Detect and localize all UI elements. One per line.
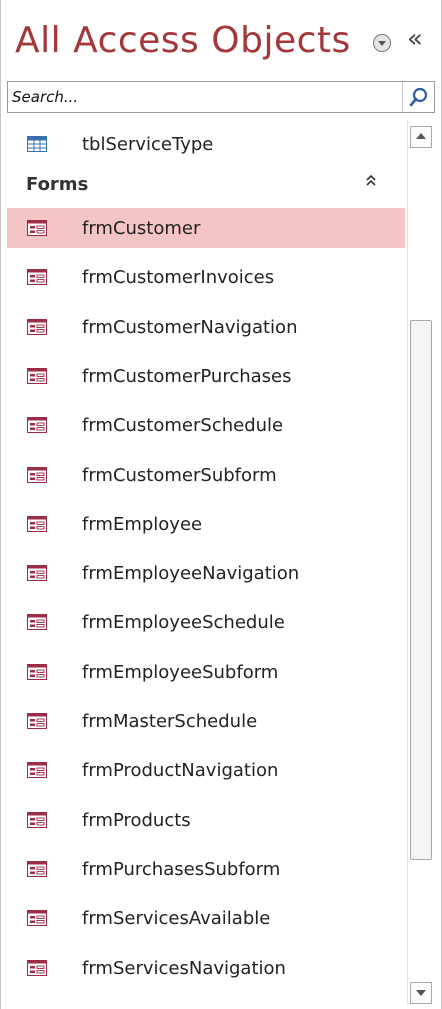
form-icon xyxy=(27,466,47,483)
nav-item-label: frmCustomerPurchases xyxy=(82,365,292,387)
form-icon xyxy=(27,860,47,877)
nav-item-label: frmProductNavigation xyxy=(82,760,279,782)
nav-item-label: frmCustomer xyxy=(82,218,201,239)
nav-item-form[interactable]: frmEmployeeNavigation xyxy=(7,553,405,593)
scroll-thumb[interactable] xyxy=(410,320,432,860)
nav-item-form[interactable]: frmPurchasesSubform xyxy=(7,849,405,889)
nav-item-form[interactable]: frmEmployeeSchedule xyxy=(7,602,405,642)
nav-item-label: tblServiceType xyxy=(82,134,214,155)
form-icon xyxy=(27,269,47,286)
double-chevron-up-icon xyxy=(366,174,376,186)
category-header-forms[interactable]: Forms xyxy=(7,170,405,202)
nav-item-label: frmServicesAvailable xyxy=(82,908,271,930)
nav-item-label: frmMasterSchedule xyxy=(82,711,258,732)
nav-item-form[interactable]: frmServicesNavigation xyxy=(7,948,405,988)
form-icon xyxy=(27,417,47,434)
form-icon xyxy=(27,663,47,680)
form-icon xyxy=(27,565,47,582)
nav-item-form[interactable]: frmCustomerPurchases xyxy=(7,356,405,396)
scroll-up-button[interactable] xyxy=(410,126,432,148)
form-icon xyxy=(27,515,47,532)
search-icon xyxy=(409,87,428,107)
table-icon xyxy=(27,136,47,152)
form-icon xyxy=(27,713,47,729)
nav-item-label: frmServicesNavigation xyxy=(82,957,286,979)
search-box xyxy=(7,81,435,113)
collapse-pane-button[interactable]: « xyxy=(407,26,423,52)
nav-item-form[interactable]: frmCustomer xyxy=(7,208,405,248)
nav-item-form[interactable]: frmEmployeeSubform xyxy=(7,652,405,692)
nav-item-label: frmEmployeeSubform xyxy=(82,661,279,683)
form-icon xyxy=(27,318,47,335)
pane-title[interactable]: All Access Objects xyxy=(15,20,351,61)
search-button[interactable] xyxy=(402,82,434,112)
nav-item-form[interactable]: frmProducts xyxy=(7,800,405,840)
object-list: tblServiceType Forms frmCustomer frmCust… xyxy=(1,120,405,1009)
nav-item-form[interactable]: frmCustomerInvoices xyxy=(7,257,405,297)
form-icon xyxy=(27,367,47,384)
nav-item-label: frmPurchasesSubform xyxy=(82,858,281,880)
category-label: Forms xyxy=(26,174,89,195)
nav-item-label: frmCustomerInvoices xyxy=(82,267,275,289)
form-icon xyxy=(27,220,47,236)
form-icon xyxy=(27,614,47,631)
vertical-scrollbar[interactable] xyxy=(407,120,435,1004)
collapse-group-icon[interactable] xyxy=(364,172,378,191)
nav-item-table[interactable]: tblServiceType xyxy=(7,124,405,164)
nav-item-label: frmCustomerSubform xyxy=(82,464,277,486)
nav-item-form[interactable]: frmProductNavigation xyxy=(7,750,405,790)
nav-item-form[interactable]: frmCustomerNavigation xyxy=(7,307,405,347)
nav-item-label: frmCustomerNavigation xyxy=(82,316,298,338)
pane-header: All Access Objects « xyxy=(1,8,441,70)
nav-item-label: frmCustomerSchedule xyxy=(82,415,284,437)
nav-item-form[interactable]: frmCustomerSubform xyxy=(7,455,405,495)
nav-item-label: frmEmployee xyxy=(82,513,203,535)
scroll-down-button[interactable] xyxy=(410,982,432,1004)
dropdown-circle-icon[interactable] xyxy=(373,34,391,52)
navigation-pane: All Access Objects « tblServiceType xyxy=(0,0,442,1009)
nav-item-label: frmEmployeeNavigation xyxy=(82,563,300,585)
search-input[interactable] xyxy=(10,84,402,110)
form-icon xyxy=(27,959,47,976)
nav-item-form[interactable]: frmServiceType xyxy=(7,997,405,1009)
nav-item-form[interactable]: frmEmployee xyxy=(7,504,405,544)
form-icon xyxy=(27,811,47,828)
form-icon xyxy=(27,762,47,779)
form-icon xyxy=(27,910,47,927)
nav-item-form[interactable]: frmCustomerSchedule xyxy=(7,405,405,445)
nav-item-label: frmProducts xyxy=(82,809,191,831)
nav-item-form[interactable]: frmServicesAvailable xyxy=(7,898,405,938)
nav-item-label: frmEmployeeSchedule xyxy=(82,612,285,634)
nav-item-form[interactable]: frmMasterSchedule xyxy=(7,701,405,741)
